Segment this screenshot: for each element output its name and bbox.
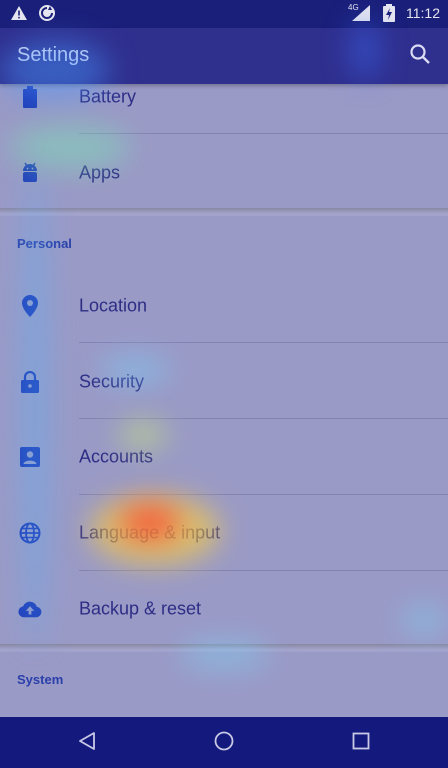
cloud-upload-icon	[18, 597, 42, 621]
setting-item-label: Apps	[79, 162, 121, 182]
status-left-icons	[10, 4, 56, 22]
status-time: 11:12	[406, 5, 440, 21]
setting-item-label: Security	[79, 371, 145, 391]
setting-item-apps[interactable]: Apps	[0, 135, 448, 210]
signal-icon: 4G	[348, 3, 372, 22]
app-bar: Settings	[0, 28, 448, 84]
navigation-bar	[0, 717, 448, 768]
warning-icon	[10, 4, 28, 22]
divider	[79, 133, 448, 134]
setting-item-label: Language & input	[79, 522, 221, 542]
setting-item-label: Battery	[79, 86, 137, 106]
globe-icon	[18, 521, 42, 545]
setting-item-label: Accounts	[79, 446, 154, 466]
section-header-personal: Personal	[17, 236, 72, 251]
setting-item-accounts[interactable]: Accounts	[0, 419, 448, 494]
android-icon	[18, 161, 42, 185]
setting-item-backup-reset[interactable]: Backup & reset	[0, 571, 448, 646]
section-divider	[0, 208, 448, 216]
search-icon	[409, 43, 431, 70]
location-pin-icon	[18, 294, 42, 318]
setting-item-battery[interactable]: Battery	[0, 84, 448, 134]
setting-item-security[interactable]: Security	[0, 344, 448, 419]
status-bar: 4G 11:12	[0, 0, 448, 28]
battery-icon	[18, 85, 42, 109]
recents-button[interactable]	[348, 730, 374, 756]
status-right-icons: 4G 11:12	[348, 3, 440, 22]
lock-icon	[18, 370, 42, 394]
back-button[interactable]	[74, 730, 100, 756]
home-icon	[213, 730, 235, 757]
network-type: 4G	[348, 3, 359, 12]
setting-item-location[interactable]: Location	[0, 268, 448, 343]
sync-icon	[38, 4, 56, 22]
account-box-icon	[18, 445, 42, 469]
page-title: Settings	[17, 44, 90, 66]
setting-item-language-input[interactable]: Language & input	[0, 495, 448, 570]
battery-charging-icon	[380, 4, 398, 22]
section-header-system: System	[17, 672, 64, 687]
settings-screen: 4G 11:12 Settings Battery Apps Personal …	[0, 0, 448, 768]
setting-item-label: Location	[79, 295, 148, 315]
search-button[interactable]	[406, 42, 434, 70]
section-divider	[0, 644, 448, 652]
setting-item-label: Backup & reset	[79, 598, 202, 618]
recents-icon	[352, 732, 370, 755]
back-icon	[77, 731, 97, 756]
home-button[interactable]	[211, 730, 237, 756]
divider	[79, 342, 448, 343]
settings-list: Battery Apps Personal Location Security	[0, 84, 448, 717]
